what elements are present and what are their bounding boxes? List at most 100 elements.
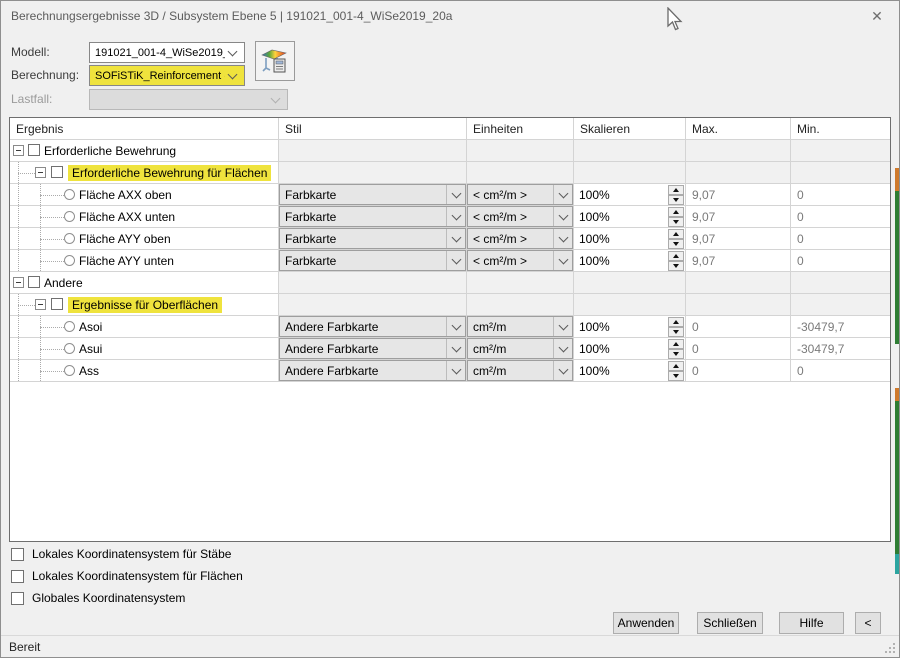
chevron-down-icon — [451, 364, 461, 374]
spinner-down-button[interactable] — [668, 261, 684, 271]
stil-select[interactable]: Farbkarte — [279, 228, 466, 249]
skalieren-input[interactable]: 100% — [579, 210, 668, 224]
result-radio[interactable] — [64, 255, 75, 266]
spinner-down-button[interactable] — [668, 195, 684, 205]
min-value-field[interactable]: 0 — [791, 250, 890, 271]
max-value-field[interactable]: 9,07 — [686, 228, 791, 249]
stil-select[interactable]: Farbkarte — [279, 184, 466, 205]
stil-select[interactable]: Andere Farbkarte — [279, 338, 466, 359]
minus-glyph — [38, 172, 43, 173]
min-value-field[interactable]: -30479,7 — [791, 338, 890, 359]
einheiten-select[interactable]: < cm²/m > — [467, 206, 573, 227]
min-value-field[interactable]: 0 — [791, 184, 890, 205]
result-display-settings-button[interactable] — [255, 41, 295, 81]
checkbox-icon[interactable] — [11, 592, 24, 605]
skalieren-input[interactable]: 100% — [579, 254, 668, 268]
tree-line — [18, 173, 35, 174]
einheiten-cell: cm²/m — [467, 316, 574, 337]
result-radio[interactable] — [64, 233, 75, 244]
max-value-field[interactable]: 9,07 — [686, 184, 791, 205]
spinner-up-button[interactable] — [668, 251, 684, 261]
spinner-up-button[interactable] — [668, 361, 684, 371]
help-button[interactable]: Hilfe — [779, 612, 844, 634]
result-radio[interactable] — [64, 211, 75, 222]
tree-expander-icon[interactable] — [13, 277, 24, 288]
skalieren-input[interactable]: 100% — [579, 342, 668, 356]
ergebnis-cell: Fläche AYY oben — [10, 228, 279, 249]
einheiten-select[interactable]: cm²/m — [467, 316, 573, 337]
einheiten-select[interactable]: < cm²/m > — [467, 250, 573, 271]
min-value-field[interactable]: -30479,7 — [791, 316, 890, 337]
result-radio[interactable] — [64, 321, 75, 332]
collapse-button[interactable]: < — [855, 612, 881, 634]
einheiten-select[interactable]: < cm²/m > — [467, 228, 573, 249]
spinner-down-button[interactable] — [668, 371, 684, 381]
result-radio[interactable] — [64, 189, 75, 200]
table-row: Andere — [10, 272, 890, 294]
max-value-field[interactable]: 0 — [686, 338, 791, 359]
einheiten-select[interactable]: cm²/m — [467, 360, 573, 381]
spinner-down-button[interactable] — [668, 217, 684, 227]
spinner-up-button[interactable] — [668, 317, 684, 327]
spinner-down-button[interactable] — [668, 349, 684, 359]
stil-cell: Andere Farbkarte — [279, 316, 467, 337]
down-arrow-icon — [673, 242, 679, 246]
option-local-coords-areas[interactable]: Lokales Koordinatensystem für Flächen — [11, 568, 243, 584]
tree-line — [18, 184, 19, 205]
min-value-field[interactable]: 0 — [791, 206, 890, 227]
spinner-down-button[interactable] — [668, 239, 684, 249]
option-label: Lokales Koordinatensystem für Stäbe — [32, 547, 231, 561]
empty-cell — [791, 272, 890, 293]
tree-expander-icon[interactable] — [35, 299, 46, 310]
einheiten-select[interactable]: < cm²/m > — [467, 184, 573, 205]
max-value-field[interactable]: 9,07 — [686, 206, 791, 227]
result-radio[interactable] — [64, 365, 75, 376]
dropdown-arrow-zone — [446, 361, 465, 380]
tree-checkbox[interactable] — [51, 298, 63, 310]
skalieren-input[interactable]: 100% — [579, 364, 668, 378]
skalieren-input[interactable]: 100% — [579, 320, 668, 334]
status-text: Bereit — [9, 640, 40, 654]
tree-line — [40, 195, 64, 196]
spinner-up-button[interactable] — [668, 229, 684, 239]
skalieren-cell: 100% — [574, 338, 686, 359]
stil-select[interactable]: Farbkarte — [279, 250, 466, 271]
spinner-up-button[interactable] — [668, 339, 684, 349]
skalieren-input[interactable]: 100% — [579, 232, 668, 246]
tree-checkbox[interactable] — [28, 144, 40, 156]
tree-checkbox[interactable] — [28, 276, 40, 288]
result-radio[interactable] — [64, 343, 75, 354]
ergebnis-cell: Erforderliche Bewehrung — [10, 140, 279, 161]
checkbox-icon[interactable] — [11, 548, 24, 561]
tree-line — [18, 228, 19, 249]
tree-expander-icon[interactable] — [35, 167, 46, 178]
close-dialog-button[interactable]: Schließen — [697, 612, 763, 634]
stil-select[interactable]: Andere Farbkarte — [279, 360, 466, 381]
option-global-coords[interactable]: Globales Koordinatensystem — [11, 590, 185, 606]
skalieren-input[interactable]: 100% — [579, 188, 668, 202]
min-value-field[interactable]: 0 — [791, 228, 890, 249]
spinner-control — [668, 229, 684, 249]
stil-select[interactable]: Andere Farbkarte — [279, 316, 466, 337]
berechnung-select[interactable]: SOFiSTiK_Reinforcement (20' — [89, 65, 245, 86]
stil-select[interactable]: Farbkarte — [279, 206, 466, 227]
close-icon[interactable]: ✕ — [861, 5, 893, 27]
tree-line — [18, 305, 35, 306]
table-row: Fläche AXX untenFarbkarte< cm²/m >100%9,… — [10, 206, 890, 228]
spinner-up-button[interactable] — [668, 207, 684, 217]
calculation-label: Berechnung: — [11, 65, 79, 86]
spinner-down-button[interactable] — [668, 327, 684, 337]
min-value-field[interactable]: 0 — [791, 360, 890, 381]
apply-button[interactable]: Anwenden — [613, 612, 679, 634]
tree-checkbox[interactable] — [51, 166, 63, 178]
max-value-field[interactable]: 0 — [686, 360, 791, 381]
spinner-up-button[interactable] — [668, 185, 684, 195]
max-value-field[interactable]: 0 — [686, 316, 791, 337]
einheiten-select[interactable]: cm²/m — [467, 338, 573, 359]
option-local-coords-beams[interactable]: Lokales Koordinatensystem für Stäbe — [11, 546, 231, 562]
checkbox-icon[interactable] — [11, 570, 24, 583]
resize-grip-icon[interactable] — [883, 641, 896, 654]
tree-expander-icon[interactable] — [13, 145, 24, 156]
model-select[interactable]: 191021_001-4_WiSe2019_20 — [89, 42, 245, 63]
max-value-field[interactable]: 9,07 — [686, 250, 791, 271]
